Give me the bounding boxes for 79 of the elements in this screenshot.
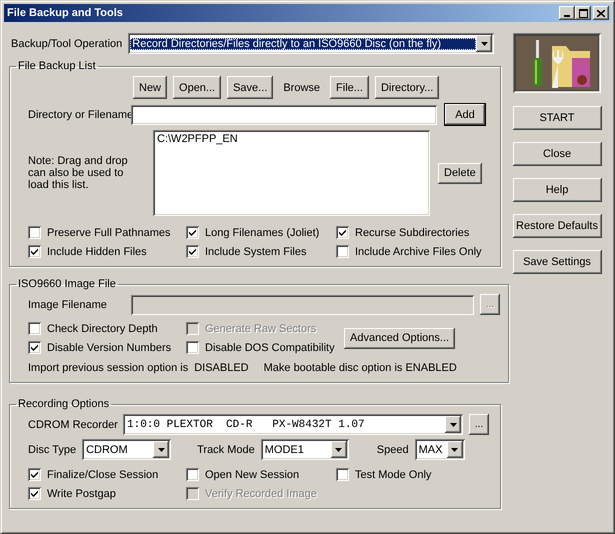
checkbox[interactable] — [28, 341, 41, 354]
status-value: DISABLED — [194, 362, 249, 374]
checkmark-icon — [31, 490, 38, 497]
checkbox-label: Generate Raw Sectors — [205, 322, 316, 334]
delete-button[interactable]: Delete — [438, 162, 482, 184]
checkbox-label: Preserve Full Pathnames — [47, 226, 170, 238]
checkmark-icon — [189, 229, 196, 236]
checkbox-label: Include Archive Files Only — [355, 246, 482, 258]
field-label: Image Filename — [28, 298, 108, 310]
checkbox[interactable] — [336, 468, 349, 481]
checkbox[interactable] — [186, 468, 199, 481]
checkbox-label: Verify Recorded Image — [205, 488, 317, 500]
field-label: CDROM Recorder — [28, 418, 119, 430]
checkbox-label: Long Filenames (Joliet) — [205, 226, 320, 238]
checkmark-icon — [339, 229, 346, 236]
checkbox[interactable] — [336, 245, 349, 258]
dropdown[interactable]: CDROM — [82, 439, 172, 460]
browse-button[interactable]: Directory... — [374, 76, 440, 99]
checkbox[interactable] — [28, 322, 41, 335]
checkbox-label: Disable DOS Compatibility — [205, 342, 335, 354]
group-title: Recording Options — [17, 398, 110, 410]
checkbox[interactable] — [336, 226, 349, 239]
checkbox-label: Include System Files — [205, 246, 306, 258]
browse-button[interactable]: ... — [469, 414, 489, 435]
field-label: Disc Type — [28, 444, 76, 456]
checkmark-icon — [189, 248, 196, 255]
checkmark-icon — [31, 471, 38, 478]
checkbox-label: Include Hidden Files — [47, 246, 147, 258]
dropdown[interactable]: 1:0:0 PLEXTOR CD-R PX-W8432T 1.07 — [123, 414, 463, 435]
status-text: Import previous session option is — [28, 362, 188, 374]
side-button[interactable]: START — [512, 106, 602, 130]
browse-button[interactable]: File... — [330, 76, 369, 99]
close-icon — [597, 10, 605, 16]
checkbox[interactable] — [28, 226, 41, 239]
checkbox-label: Open New Session — [205, 468, 300, 480]
close-button[interactable] — [593, 6, 609, 20]
toolbar-button[interactable]: New — [133, 76, 168, 99]
checkbox[interactable] — [28, 468, 41, 481]
toolbar-button[interactable]: Open... — [173, 76, 222, 99]
dropdown[interactable]: Record Directories/Files directly to an ISO9660 Disc (on the fly) — [128, 33, 494, 54]
group-title: File Backup List — [17, 60, 97, 72]
advanced-options-button[interactable]: Advanced Options... — [344, 328, 456, 348]
add-button[interactable]: Add — [445, 104, 485, 125]
field-label: Directory or Filename — [27, 108, 131, 120]
maximize-button[interactable] — [575, 6, 591, 20]
side-button[interactable]: Restore Defaults — [512, 214, 602, 238]
status-text: Make bootable disc option is ENABLED — [264, 362, 457, 374]
maximize-icon — [578, 8, 588, 18]
checkbox[interactable] — [28, 487, 41, 500]
checkbox-label: Check Directory Depth — [47, 322, 158, 334]
checkbox-label: Finalize/Close Session — [47, 468, 158, 480]
side-button[interactable]: Save Settings — [512, 250, 602, 274]
field-label: Track Mode — [197, 444, 255, 456]
side-button[interactable]: Help — [512, 178, 602, 202]
minimize-button[interactable] — [559, 6, 575, 20]
file-list[interactable]: C:\W2PFPP_EN — [153, 130, 430, 216]
checkbox[interactable] — [28, 245, 41, 258]
checkbox[interactable] — [186, 226, 199, 239]
tools-icon — [513, 33, 601, 93]
toolbar-button[interactable]: Save... — [227, 76, 274, 99]
list-item[interactable]: C:\W2PFPP_EN — [157, 133, 426, 145]
checkmark-icon — [31, 248, 38, 255]
note-text: Note: Drag and drop can also be used to load this list. — [28, 155, 129, 191]
checkbox[interactable] — [186, 341, 199, 354]
checkbox-label: Recurse Subdirectories — [355, 226, 470, 238]
input-field[interactable] — [131, 104, 437, 124]
dropdown[interactable]: MODE1 — [260, 439, 349, 460]
dropdown[interactable]: MAX — [414, 439, 465, 460]
checkbox-label: Disable Version Numbers — [47, 342, 172, 354]
browse-label: Browse — [283, 82, 320, 94]
checkbox-label: Write Postgap — [47, 488, 116, 500]
field-label: Backup/Tool Operation — [11, 38, 122, 50]
checkbox-label: Test Mode Only — [355, 468, 432, 480]
window-title: File Backup and Tools — [7, 7, 124, 19]
group-title: ISO9660 Image File — [17, 278, 117, 290]
checkmark-icon — [31, 344, 38, 351]
field-label: Speed — [376, 444, 409, 456]
checkbox[interactable] — [186, 245, 199, 258]
side-button[interactable]: Close — [512, 142, 602, 166]
